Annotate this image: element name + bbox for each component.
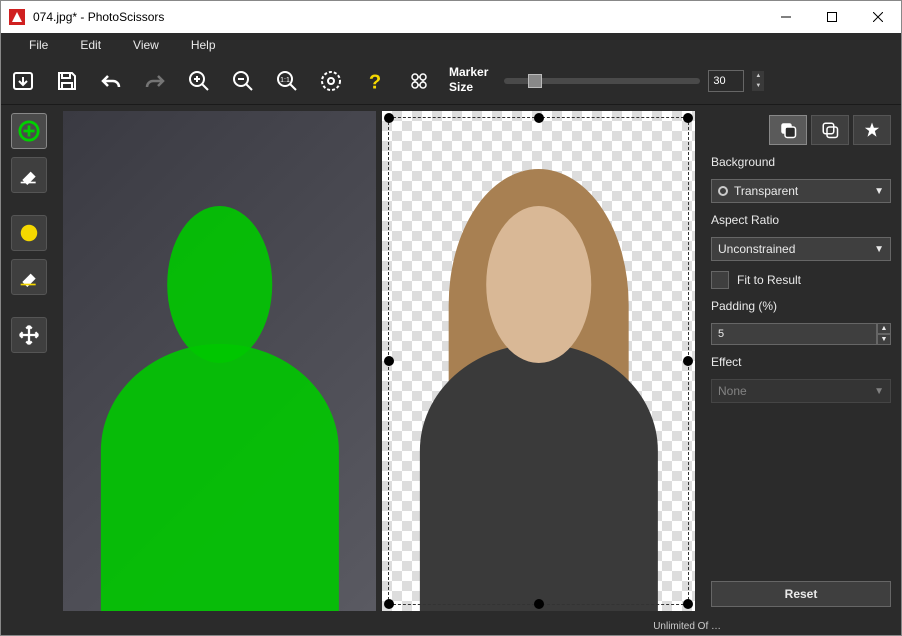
marker-size-input[interactable] [708,70,744,92]
svg-text:?: ? [369,71,381,92]
eraser-foreground-tool[interactable] [11,157,47,193]
padding-down[interactable]: ▼ [877,334,891,345]
titlebar: 074.jpg* - PhotoScissors [1,1,901,33]
aspect-ratio-dropdown[interactable]: Unconstrained ▼ [711,237,891,261]
crop-handle-b[interactable] [534,599,544,609]
batch-button[interactable] [405,67,433,95]
zoom-actual-button[interactable]: 1:1 [273,67,301,95]
menu-file[interactable]: File [13,38,64,52]
crop-handle-r[interactable] [683,356,693,366]
panel-tab-foreground[interactable] [811,115,849,145]
add-background-tool[interactable] [11,215,47,251]
background-label: Background [711,155,891,169]
effect-value: None [718,384,747,398]
crop-handle-bl[interactable] [384,599,394,609]
crop-handle-l[interactable] [384,356,394,366]
app-icon [9,9,25,25]
canvas-area [57,105,701,617]
svg-text:1:1: 1:1 [280,77,290,84]
maximize-button[interactable] [809,1,855,33]
app-window: 074.jpg* - PhotoScissors File Edit View … [0,0,902,636]
marker-size-label: MarkerSize [449,66,488,94]
padding-input[interactable] [711,323,877,345]
foreground-mask-overlay [94,151,344,611]
padding-label: Padding (%) [711,299,891,313]
tool-sidebar [1,105,57,617]
crop-frame[interactable] [388,117,689,605]
toolbar: 1:1 ? MarkerSize ▲ ▼ [1,57,901,105]
status-text: Unlimited Of … [653,621,721,632]
background-value: Transparent [734,184,798,198]
chevron-down-icon: ▼ [874,186,884,197]
window-title: 074.jpg* - PhotoScissors [33,10,763,24]
panel-tab-effects[interactable] [853,115,891,145]
statusbar: Unlimited Of … [1,617,901,635]
save-button[interactable] [53,67,81,95]
help-button[interactable]: ? [361,67,389,95]
zoom-fit-button[interactable] [317,67,345,95]
crop-handle-tl[interactable] [384,113,394,123]
crop-handle-t[interactable] [534,113,544,123]
reset-button[interactable]: Reset [711,581,891,607]
menu-help[interactable]: Help [175,38,232,52]
fit-to-result-label: Fit to Result [737,273,801,287]
chevron-down-icon: ▼ [874,244,884,255]
minimize-button[interactable] [763,1,809,33]
background-dropdown[interactable]: Transparent ▼ [711,179,891,203]
open-button[interactable] [9,67,37,95]
redo-button[interactable] [141,67,169,95]
result-pane[interactable] [382,111,695,611]
fit-to-result-checkbox[interactable] [711,271,729,289]
close-button[interactable] [855,1,901,33]
marker-size-up[interactable]: ▲ [752,71,764,81]
marker-size-slider[interactable] [504,78,700,84]
menubar: File Edit View Help [1,33,901,57]
zoom-in-button[interactable] [185,67,213,95]
undo-button[interactable] [97,67,125,95]
crop-handle-br[interactable] [683,599,693,609]
padding-up[interactable]: ▲ [877,323,891,334]
original-pane[interactable] [63,111,376,611]
properties-panel: Background Transparent ▼ Aspect Ratio Un… [701,105,901,617]
main-area: Background Transparent ▼ Aspect Ratio Un… [1,105,901,617]
effect-dropdown: None ▼ [711,379,891,403]
panel-tab-background[interactable] [769,115,807,145]
slider-thumb[interactable] [528,74,542,88]
transparent-icon [718,186,728,196]
eraser-background-tool[interactable] [11,259,47,295]
crop-handle-tr[interactable] [683,113,693,123]
add-foreground-tool[interactable] [11,113,47,149]
menu-edit[interactable]: Edit [64,38,117,52]
move-tool[interactable] [11,317,47,353]
marker-size-down[interactable]: ▼ [752,81,764,91]
chevron-down-icon: ▼ [874,386,884,397]
zoom-out-button[interactable] [229,67,257,95]
effect-label: Effect [711,355,891,369]
aspect-ratio-label: Aspect Ratio [711,213,891,227]
menu-view[interactable]: View [117,38,175,52]
aspect-ratio-value: Unconstrained [718,242,795,256]
